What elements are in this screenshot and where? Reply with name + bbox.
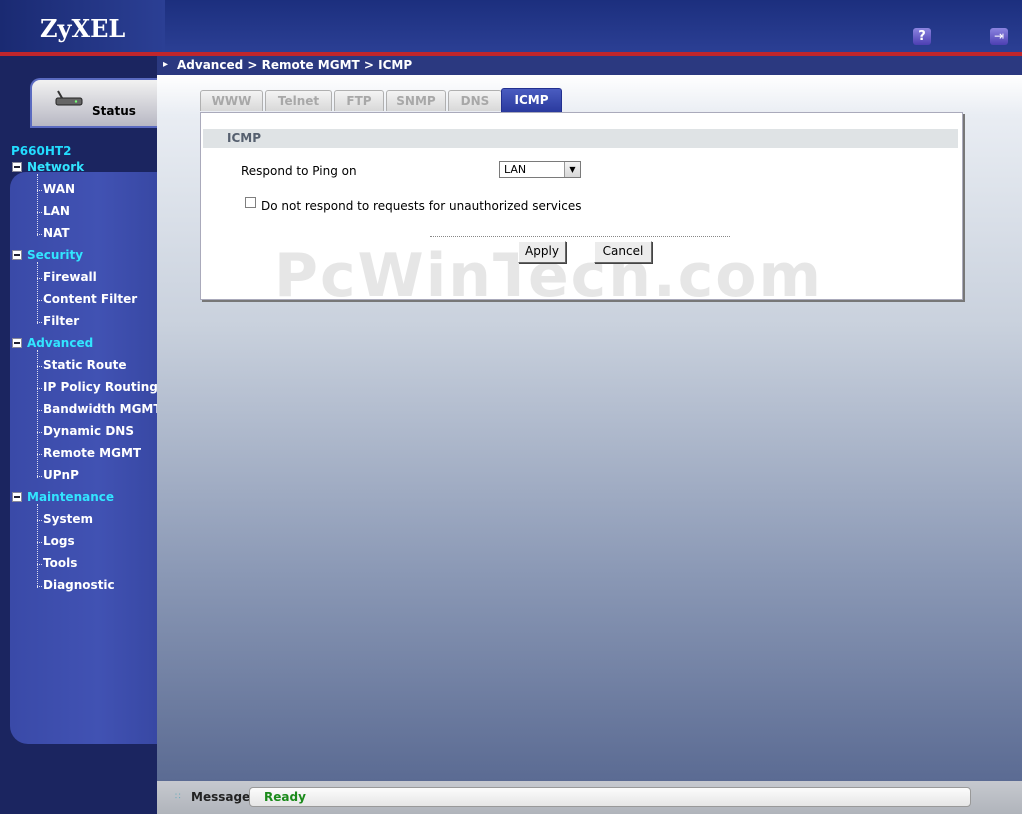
message-field: Ready <box>249 787 971 807</box>
nav-item-ip-policy-routing[interactable]: IP Policy Routing <box>43 380 158 394</box>
breadcrumb-bar: ▸ Advanced > Remote MGMT > ICMP <box>157 56 1022 75</box>
nav-item-system[interactable]: System <box>43 512 93 526</box>
message-dots-icon: ∷ <box>175 792 181 802</box>
nav-item-logs[interactable]: Logs <box>43 534 75 548</box>
tree-branch <box>37 432 42 433</box>
cancel-button[interactable]: Cancel <box>594 241 652 263</box>
collapse-icon[interactable] <box>12 249 22 260</box>
nav-item-dynamic-dns[interactable]: Dynamic DNS <box>43 424 134 438</box>
nav-section-network[interactable]: Network <box>12 160 84 174</box>
tab-dns[interactable]: DNS <box>448 90 502 111</box>
collapse-icon[interactable] <box>12 337 22 348</box>
tree-branch <box>37 388 42 389</box>
nav-item-static-route[interactable]: Static Route <box>43 358 127 372</box>
nav-item-upnp[interactable]: UPnP <box>43 468 79 482</box>
section-header: ICMP <box>203 129 958 148</box>
apply-button[interactable]: Apply <box>518 241 566 263</box>
logout-icon[interactable]: ⇥ <box>990 28 1008 45</box>
unauthorized-services-checkbox[interactable] <box>245 197 256 208</box>
status-button[interactable]: Status <box>30 78 157 128</box>
tree-line <box>37 174 38 236</box>
respond-to-ping-select[interactable]: LAN ▼ <box>499 161 581 178</box>
section-title: ICMP <box>227 131 262 145</box>
respond-to-ping-value: LAN <box>504 163 527 176</box>
tree-line <box>37 262 38 324</box>
main-content: WWW Telnet FTP SNMP DNS ICMP ICMP PcWinT… <box>157 75 1022 781</box>
nav-item-diagnostic[interactable]: Diagnostic <box>43 578 115 592</box>
breadcrumb: Advanced > Remote MGMT > ICMP <box>177 58 413 72</box>
tree-branch <box>37 190 42 191</box>
divider <box>430 236 730 237</box>
respond-to-ping-label: Respond to Ping on <box>241 164 357 178</box>
nav-section-advanced[interactable]: Advanced <box>12 336 93 350</box>
zyxel-logo: ZyXEL <box>40 14 126 43</box>
nav-item-content-filter[interactable]: Content Filter <box>43 292 137 306</box>
tab-snmp[interactable]: SNMP <box>386 90 446 111</box>
nav-item-tools[interactable]: Tools <box>43 556 77 570</box>
chevron-down-icon[interactable]: ▼ <box>564 162 580 177</box>
message-label: Message <box>191 790 251 804</box>
tree-line <box>37 350 38 478</box>
nav-item-firewall[interactable]: Firewall <box>43 270 97 284</box>
tab-www[interactable]: WWW <box>200 90 263 111</box>
breadcrumb-arrow-icon: ▸ <box>163 59 169 70</box>
tree-branch <box>37 234 42 235</box>
collapse-icon[interactable] <box>12 161 22 172</box>
nav-section-security[interactable]: Security <box>12 248 83 262</box>
tree-branch <box>37 520 42 521</box>
header-bar: ZyXEL ? ⇥ <box>0 0 1022 52</box>
unauthorized-services-label: Do not respond to requests for unauthori… <box>261 199 582 213</box>
tab-ftp[interactable]: FTP <box>334 90 384 111</box>
nav-section-maintenance[interactable]: Maintenance <box>12 490 114 504</box>
nav-item-lan[interactable]: LAN <box>43 204 70 218</box>
tree-branch <box>37 586 42 587</box>
icmp-panel: ICMP PcWinTech.com Respond to Ping on LA… <box>200 112 963 311</box>
nav-item-nat[interactable]: NAT <box>43 226 70 240</box>
tab-telnet[interactable]: Telnet <box>265 90 332 111</box>
nav-item-remote-mgmt[interactable]: Remote MGMT <box>43 446 141 460</box>
message-text: Ready <box>264 790 306 804</box>
nav-item-bandwidth-mgmt[interactable]: Bandwidth MGMT <box>43 402 162 416</box>
nav-item-filter[interactable]: Filter <box>43 314 79 328</box>
model-name: P660HT2 <box>11 144 72 158</box>
collapse-icon[interactable] <box>12 491 22 502</box>
router-icon <box>55 90 83 106</box>
sidebar: Status P660HT2 Network WAN LAN NAT Secur… <box>0 56 162 814</box>
tree-line <box>37 504 38 588</box>
tree-branch <box>37 300 42 301</box>
tab-icmp[interactable]: ICMP <box>501 88 562 112</box>
question-icon[interactable]: ? <box>913 28 931 45</box>
tree-branch <box>37 212 42 213</box>
tree-branch <box>37 410 42 411</box>
nav-item-wan[interactable]: WAN <box>43 182 75 196</box>
tree-branch <box>37 366 42 367</box>
tree-branch <box>37 322 42 323</box>
message-bar: ∷ Message Ready <box>157 781 1022 814</box>
tree-branch <box>37 278 42 279</box>
status-label: Status <box>92 104 136 118</box>
tree-branch <box>37 542 42 543</box>
tree-branch <box>37 454 42 455</box>
tree-branch <box>37 476 42 477</box>
tree-branch <box>37 564 42 565</box>
